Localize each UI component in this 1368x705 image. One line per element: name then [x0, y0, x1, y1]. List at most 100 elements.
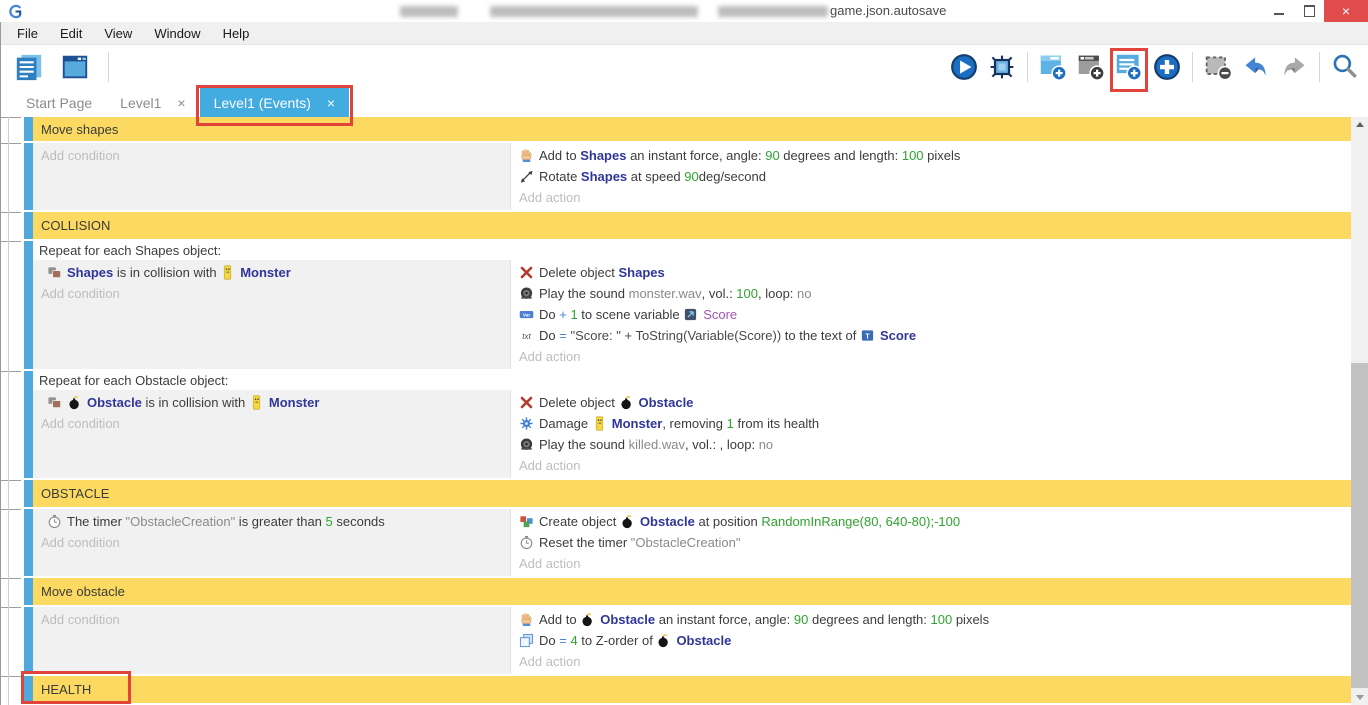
- debug-icon[interactable]: [986, 50, 1018, 84]
- add-condition-button[interactable]: Add condition: [33, 283, 510, 304]
- minimize-button[interactable]: [1264, 0, 1294, 22]
- scroll-up-button[interactable]: [1351, 117, 1368, 132]
- tab-level1[interactable]: Level1×: [106, 88, 199, 117]
- add-object-icon[interactable]: [1151, 50, 1183, 84]
- maximize-button[interactable]: [1294, 0, 1324, 22]
- condition-line[interactable]: Obstacle is in collision with Monster: [33, 392, 510, 413]
- group-header[interactable]: COLLISION: [33, 212, 1351, 239]
- tab-close-icon[interactable]: ×: [177, 95, 185, 111]
- add-action-button[interactable]: Add action: [511, 346, 1351, 367]
- group-header[interactable]: OBSTACLE: [33, 480, 1351, 507]
- event-drag-bar[interactable]: [24, 578, 33, 605]
- text-segment: Obstacle: [640, 514, 695, 529]
- event-drag-bar[interactable]: [24, 212, 33, 239]
- text-segment: "ObstacleCreation": [126, 514, 236, 529]
- event-repeat-header[interactable]: Repeat for each Obstacle object:: [33, 371, 1351, 390]
- create-icon: [519, 514, 534, 529]
- scroll-down-button[interactable]: [1351, 690, 1368, 705]
- event-gutter: [0, 117, 24, 141]
- text-segment: Shapes: [67, 265, 113, 280]
- damage-icon: [519, 416, 534, 431]
- event-group-row: OBSTACLE: [0, 480, 1351, 507]
- text-segment: to the text of: [781, 328, 860, 343]
- add-condition-button[interactable]: Add condition: [33, 609, 510, 630]
- event-drag-bar[interactable]: [24, 117, 33, 141]
- group-label: Move shapes: [41, 122, 118, 137]
- action-line[interactable]: Delete object Obstacle: [511, 392, 1351, 413]
- text-segment: RandomInRange(80, 640-80);-100: [761, 514, 960, 529]
- event-drag-bar[interactable]: [24, 241, 33, 369]
- text-segment: pixels: [924, 148, 961, 163]
- search-icon[interactable]: [1329, 50, 1361, 84]
- action-line[interactable]: Reset the timer "ObstacleCreation": [511, 532, 1351, 553]
- text-segment: at position: [695, 514, 762, 529]
- text-segment: is in collision with: [142, 395, 249, 410]
- add-action-button[interactable]: Add action: [511, 553, 1351, 574]
- add-action-button[interactable]: Add action: [511, 187, 1351, 208]
- gutter-tick: [1, 117, 21, 118]
- event-drag-bar[interactable]: [24, 607, 33, 674]
- menu-file[interactable]: File: [6, 22, 49, 44]
- tab-level1-events[interactable]: Level1 (Events)×: [200, 88, 349, 117]
- condition-line[interactable]: The timer "ObstacleCreation" is greater …: [33, 511, 510, 532]
- action-line[interactable]: VarDo + 1 to scene variable Score: [511, 304, 1351, 325]
- add-condition-button[interactable]: Add condition: [33, 145, 510, 166]
- text-segment: Create object: [539, 514, 620, 529]
- remove-image-icon[interactable]: [1202, 50, 1234, 84]
- scene-editor-icon[interactable]: [59, 50, 91, 84]
- add-action-button[interactable]: Add action: [511, 455, 1351, 476]
- monster-icon: [592, 416, 607, 431]
- gutter-line: [8, 509, 9, 578]
- text-segment: pixels: [952, 612, 989, 627]
- group-header[interactable]: Move obstacle: [33, 578, 1351, 605]
- event-row: Repeat for each Shapes object: Shapes is …: [0, 241, 1351, 369]
- group-header[interactable]: Move shapes: [33, 117, 1351, 141]
- action-line[interactable]: Do = 4 to Z-order of Obstacle: [511, 630, 1351, 651]
- tab-start-page[interactable]: Start Page: [12, 88, 106, 117]
- group-header[interactable]: HEALTH: [33, 676, 1351, 703]
- action-line[interactable]: txtDo = "Score: " + ToString(Variable(Sc…: [511, 325, 1351, 346]
- action-line[interactable]: Add to Shapes an instant force, angle: 9…: [511, 145, 1351, 166]
- action-line[interactable]: Damage Monster, removing 1 from its heal…: [511, 413, 1351, 434]
- add-condition-button[interactable]: Add condition: [33, 532, 510, 553]
- event-drag-bar[interactable]: [24, 371, 33, 478]
- action-line[interactable]: Play the sound monster.wav, vol.: 100, l…: [511, 283, 1351, 304]
- add-condition-button[interactable]: Add condition: [33, 413, 510, 434]
- menu-view[interactable]: View: [93, 22, 143, 44]
- force-hand-icon: [519, 148, 534, 163]
- text-segment: 4: [570, 633, 577, 648]
- menu-window[interactable]: Window: [143, 22, 211, 44]
- menu-edit[interactable]: Edit: [49, 22, 93, 44]
- event-drag-bar[interactable]: [24, 480, 33, 507]
- conditions-column: Add condition: [33, 143, 511, 210]
- event-drag-bar[interactable]: [24, 509, 33, 576]
- menu-help[interactable]: Help: [212, 22, 261, 44]
- close-icon: ×: [1342, 3, 1350, 19]
- vertical-scrollbar[interactable]: [1351, 117, 1368, 705]
- close-button[interactable]: ×: [1324, 0, 1368, 22]
- action-line[interactable]: Rotate Shapes at speed 90deg/second: [511, 166, 1351, 187]
- action-line[interactable]: Add to Obstacle an instant force, angle:…: [511, 609, 1351, 630]
- add-action-button[interactable]: Add action: [511, 651, 1351, 672]
- event-drag-bar[interactable]: [24, 143, 33, 210]
- event-body: Obstacle is in collision with MonsterAdd…: [33, 390, 1351, 478]
- tab-close-icon[interactable]: ×: [327, 95, 335, 111]
- add-scene-icon[interactable]: [1037, 50, 1069, 84]
- condition-line[interactable]: Shapes is in collision with Monster: [33, 262, 510, 283]
- event-drag-bar[interactable]: [24, 676, 33, 703]
- undo-icon[interactable]: [1240, 50, 1272, 84]
- event-repeat-header[interactable]: Repeat for each Shapes object:: [33, 241, 1351, 260]
- add-external-layout-icon[interactable]: [1075, 50, 1107, 84]
- action-line[interactable]: Delete object Shapes: [511, 262, 1351, 283]
- add-events-sheet-icon[interactable]: [1113, 50, 1145, 84]
- events-list-icon[interactable]: [13, 50, 45, 84]
- play-icon[interactable]: [948, 50, 980, 84]
- actions-column: Delete object ObstacleDamage Monster, re…: [511, 390, 1351, 478]
- text-segment: to scene variable: [578, 307, 684, 322]
- action-line[interactable]: Play the sound killed.wav, vol.: , loop:…: [511, 434, 1351, 455]
- text-segment: Obstacle: [676, 633, 731, 648]
- action-line[interactable]: Create object Obstacle at position Rando…: [511, 511, 1351, 532]
- text-segment: is in collision with: [113, 265, 220, 280]
- redo-icon[interactable]: [1278, 50, 1310, 84]
- scroll-thumb[interactable]: [1351, 363, 1368, 688]
